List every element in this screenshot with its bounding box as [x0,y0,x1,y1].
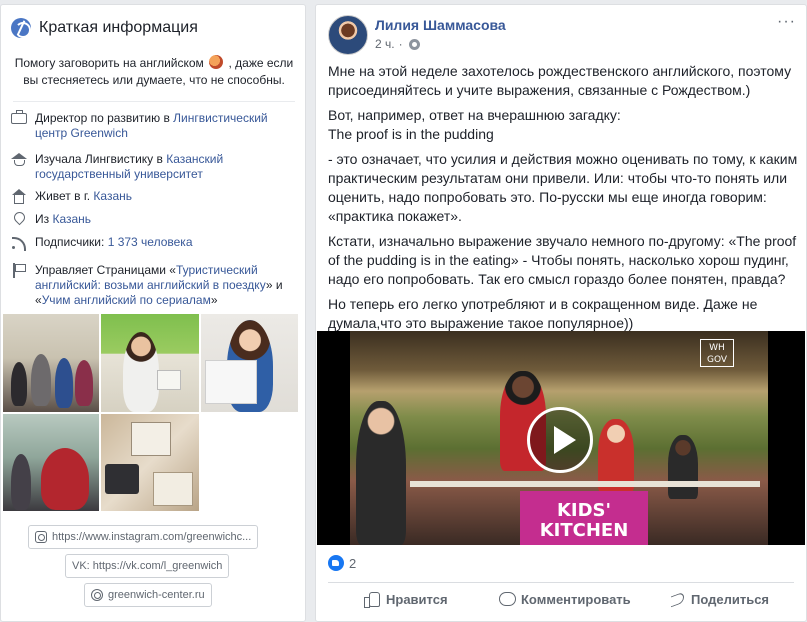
pages-suffix: » [210,293,218,307]
photo-thumbnail[interactable] [101,314,199,412]
instagram-link[interactable]: https://www.instagram.com/greenwichc... [28,525,259,549]
author-name[interactable]: Лилия Шаммасова [375,17,506,33]
divider [328,582,794,583]
intro-bio: Помогу заговорить на английском , даже е… [13,55,295,89]
followers-prefix: Подписчики: [35,235,108,249]
location-pin-icon [11,212,27,227]
divider [13,101,295,102]
lives-prefix: Живет в г. [35,189,94,203]
info-text-lives: Живет в г. Казань [35,189,290,204]
share-label: Поделиться [691,591,770,607]
vk-url: VK: https://vk.com/l_greenwich [72,560,223,572]
lives-link[interactable]: Казань [93,189,132,203]
info-row-lives: Живет в г. Казань [11,189,301,204]
post-card: Лилия Шаммасова 2 ч. · ··· Мне на этой н… [315,4,807,622]
followers-link[interactable]: 1 373 человека [108,235,193,249]
info-text-pages: Управляет Страницами «Туристический англ… [35,263,290,308]
info-row-pages: Управляет Страницами «Туристический англ… [11,263,301,308]
website-link[interactable]: greenwich-center.ru [84,583,212,607]
info-row-education: Изучала Лингвистику в Казанский государс… [11,152,301,182]
flag-icon [11,263,27,278]
intro-header: Краткая информация [11,17,198,39]
share-button[interactable]: Поделиться [669,591,769,607]
info-text-followers: Подписчики: 1 373 человека [35,235,290,250]
like-button[interactable]: Нравится [364,591,448,608]
reactions-summary[interactable]: 2 [328,555,356,571]
video-player[interactable]: KIDS' KITCHEN WH GOV [317,331,805,545]
from-link[interactable]: Казань [52,212,91,226]
rss-icon [11,235,27,251]
globe-icon [91,589,103,601]
intro-title: Краткая информация [39,19,198,36]
home-icon [11,189,27,204]
more-options-button[interactable]: ··· [777,13,796,31]
globe-icon [11,18,31,38]
website-url: greenwich-center.ru [108,589,205,601]
info-text-education: Изучала Лингвистику в Казанский государс… [35,152,290,182]
like-label: Нравится [386,591,448,607]
comment-label: Комментировать [521,591,631,607]
bio-text-start: Помогу заговорить на английском [14,56,204,70]
briefcase-icon [11,110,27,124]
work-prefix: Директор по развитию в [35,111,174,125]
instagram-icon [35,531,47,543]
post-meta: 2 ч. · [375,37,420,51]
photo-thumbnail[interactable] [101,414,199,511]
share-icon [669,591,685,607]
post-text: Мне на этой неделе захотелось рождествен… [328,62,798,339]
page-link-series-english[interactable]: Учим английский по сериалам [42,293,211,307]
post-paragraph: - это означает, что усилия и действия мо… [328,151,798,224]
info-row-from: Из Казань [11,212,301,227]
post-paragraph: Кстати, изначально выражение звучало нем… [328,233,797,287]
meta-dot: · [398,37,403,51]
info-row-work: Директор по развитию в Лингвистический ц… [11,110,301,141]
intro-card: Краткая информация Помогу заговорить на … [0,4,306,622]
reactions-count: 2 [349,555,357,571]
vk-link[interactable]: VK: https://vk.com/l_greenwich [65,554,230,578]
public-audience-icon[interactable] [408,38,420,50]
comment-button[interactable]: Комментировать [499,591,631,607]
kids-kitchen-banner: KIDS' KITCHEN [520,491,648,545]
comment-icon [499,591,516,607]
post-paragraph: Вот, например, ответ на вчерашнюю загадк… [328,107,621,123]
post-paragraph: The proof is in the pudding [328,126,494,142]
photo-thumbnail[interactable] [3,314,99,412]
post-paragraph: Но теперь его легко употребляют и в сокр… [328,296,758,331]
info-row-followers: Подписчики: 1 373 человека [11,235,301,251]
graduation-cap-icon [11,152,27,167]
whitehouse-logo: WH GOV [700,339,734,367]
info-text-work: Директор по развитию в Лингвистический ц… [35,111,290,141]
pages-prefix: Управляет Страницами « [35,263,176,277]
info-text-from: Из Казань [35,212,290,227]
author-avatar[interactable] [328,15,368,55]
instagram-url: https://www.instagram.com/greenwichc... [52,531,252,543]
post-paragraph: Мне на этой неделе захотелось рождествен… [328,63,792,98]
smile-emoji-icon [209,55,224,69]
like-reaction-icon [328,555,344,571]
education-prefix: Изучала Лингвистику в [35,152,167,166]
photo-thumbnail[interactable] [3,414,99,511]
post-time[interactable]: 2 ч. [375,37,395,51]
photo-thumbnail[interactable] [201,314,298,412]
from-prefix: Из [35,212,53,226]
thumbs-up-icon [364,591,380,608]
play-icon[interactable] [527,407,593,473]
